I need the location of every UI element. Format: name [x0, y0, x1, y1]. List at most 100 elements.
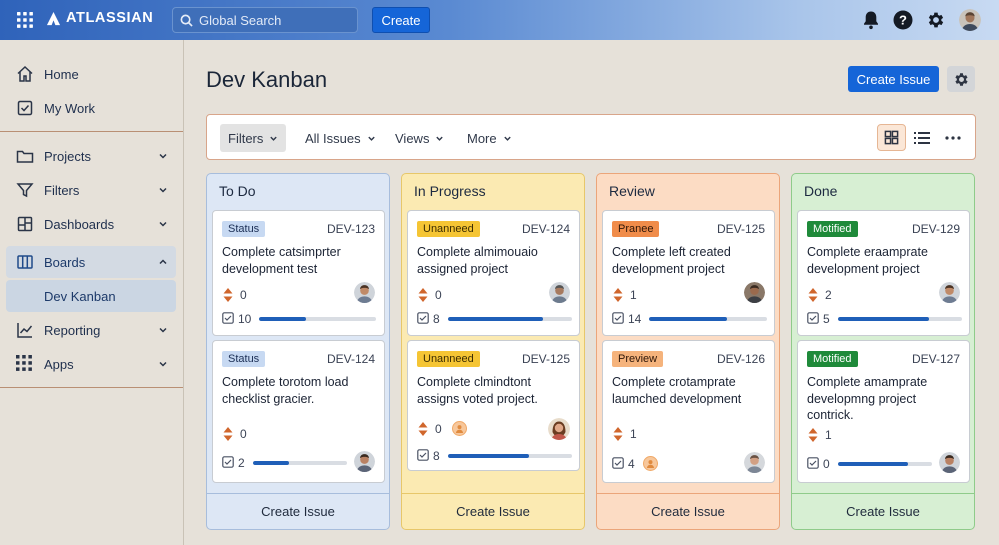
views-label: Views [395, 130, 430, 146]
board-settings-button[interactable] [947, 66, 975, 92]
create-issue-footer-button[interactable]: Create Issue [207, 493, 389, 529]
progress-bar [259, 317, 376, 321]
create-button[interactable]: Create [372, 7, 430, 33]
issue-title: Complete almimouaio assigned project [417, 245, 538, 276]
priority-value: 0 [240, 427, 247, 441]
issue-key: DEV-124 [326, 352, 375, 366]
issue-card[interactable]: Preview DEV-126 Complete crotamprate lau… [602, 340, 775, 483]
chevron-down-icon [158, 325, 168, 335]
checklist-count: 2 [238, 456, 245, 470]
create-issue-footer-button[interactable]: Create Issue [792, 493, 974, 529]
issue-card[interactable]: Pranee DEV-125 Complete left created dev… [602, 210, 775, 336]
dashboard-icon [16, 215, 34, 233]
progress-bar-fill [253, 461, 289, 465]
sidebar-item-label: Dashboards [44, 216, 115, 232]
checklist-icon [417, 449, 429, 461]
create-issue-footer-button[interactable]: Create Issue [402, 493, 584, 529]
status-badge: Motified [807, 351, 858, 367]
sidebar-item-apps[interactable]: Apps [6, 348, 176, 380]
sidebar-item-label: Projects [44, 148, 91, 164]
column-to-do: To Do Status DEV-123 Complete catsimprte… [206, 173, 390, 530]
filters-label: Filters [228, 130, 264, 146]
issue-card[interactable]: Motified DEV-127 Complete amamprate deve… [797, 340, 970, 483]
apps-grid-icon [16, 355, 34, 373]
priority-icon [808, 428, 818, 442]
sidebar-item-home[interactable]: Home [6, 58, 176, 90]
sidebar-item-boards[interactable]: Boards [6, 246, 176, 278]
sidebar: Home My Work Projects Filters Dashboards… [0, 40, 184, 545]
issue-card[interactable]: Unanneed DEV-125 Complete clmindtont ass… [407, 340, 580, 471]
progress-bar-fill [838, 317, 929, 321]
progress-bar [448, 454, 572, 458]
issue-key: DEV-127 [911, 352, 960, 366]
more-dropdown[interactable]: More [459, 124, 520, 152]
atlassian-logo[interactable]: ATLASSIAN [46, 10, 153, 26]
status-badge: Motified [807, 221, 858, 237]
chevron-down-icon [503, 134, 512, 143]
sidebar-item-reporting[interactable]: Reporting [6, 314, 176, 346]
progress-bar-fill [649, 317, 727, 321]
brand-name: ATLASSIAN [66, 10, 154, 26]
checklist-icon [807, 457, 819, 469]
priority-value: 1 [630, 427, 637, 441]
create-issue-button[interactable]: Create Issue [848, 66, 939, 92]
list-view-toggle[interactable] [907, 124, 936, 151]
app-switcher-icon[interactable] [17, 12, 33, 28]
priority-icon [808, 288, 818, 302]
settings-gear-icon[interactable] [926, 10, 946, 30]
assignee-avatar[interactable] [744, 452, 765, 473]
assignee-avatar[interactable] [549, 282, 570, 303]
sidebar-item-projects[interactable]: Projects [6, 140, 176, 172]
assignee-avatar[interactable] [548, 418, 570, 440]
chevron-down-icon [158, 185, 168, 195]
filters-dropdown[interactable]: Filters [220, 124, 287, 152]
folder-icon [16, 147, 34, 165]
issue-key: DEV-125 [716, 222, 765, 236]
help-icon[interactable]: ? [893, 10, 913, 30]
more-options-button[interactable] [938, 124, 967, 151]
notifications-bell-icon[interactable] [862, 10, 882, 30]
assignee-avatar[interactable] [354, 282, 375, 303]
issue-card[interactable]: Status DEV-124 Complete torotom load che… [212, 340, 385, 483]
issue-title: Complete catsimprter development test [222, 245, 341, 276]
all-issues-dropdown[interactable]: All Issues [297, 124, 384, 152]
status-badge: Status [222, 221, 266, 237]
chevron-down-icon [435, 134, 444, 143]
priority-value: 0 [435, 422, 442, 436]
issue-title: Complete left created development projec… [612, 245, 731, 276]
assignee-avatar[interactable] [939, 452, 960, 473]
create-issue-footer-button[interactable]: Create Issue [597, 493, 779, 529]
settings-gear-icon [953, 71, 970, 88]
checklist-icon [807, 312, 819, 324]
checklist-count: 4 [628, 457, 635, 471]
issue-card[interactable]: Motified DEV-129 Complete eraamprate dev… [797, 210, 970, 336]
assignee-avatar[interactable] [354, 451, 375, 472]
sidebar-divider [0, 387, 183, 388]
priority-value: 2 [825, 288, 832, 302]
column-title: Done [804, 183, 838, 199]
priority-value: 0 [435, 288, 442, 302]
board-view-toggle[interactable] [877, 124, 906, 151]
user-avatar[interactable] [959, 9, 981, 31]
issue-card[interactable]: Status DEV-123 Complete catsimprter deve… [212, 210, 385, 336]
sidebar-item-dev-kanban[interactable]: Dev Kanban [6, 280, 176, 312]
progress-bar [253, 461, 347, 465]
priority-icon [418, 288, 428, 302]
priority-icon [223, 427, 233, 441]
checklist-count: 10 [238, 312, 252, 326]
issue-title: Complete amamprate developmng project co… [807, 375, 928, 422]
assignee-avatar[interactable] [744, 282, 765, 303]
priority-value: 1 [825, 428, 832, 442]
sidebar-item-my-work[interactable]: My Work [6, 92, 176, 124]
sidebar-item-dashboards[interactable]: Dashboards [6, 208, 176, 240]
sidebar-item-label: Boards [44, 254, 86, 270]
views-dropdown[interactable]: Views [387, 124, 452, 152]
column-title: To Do [219, 183, 256, 199]
issue-card[interactable]: Unanneed DEV-124 Complete almimouaio ass… [407, 210, 580, 336]
assignee-avatar[interactable] [939, 282, 960, 303]
search-input[interactable] [199, 12, 349, 28]
sidebar-item-filters[interactable]: Filters [6, 174, 176, 206]
global-search[interactable] [172, 7, 358, 33]
issue-title: Complete torotom load checklist gracier. [222, 375, 349, 406]
atlassian-logo-mark-icon [46, 11, 61, 26]
